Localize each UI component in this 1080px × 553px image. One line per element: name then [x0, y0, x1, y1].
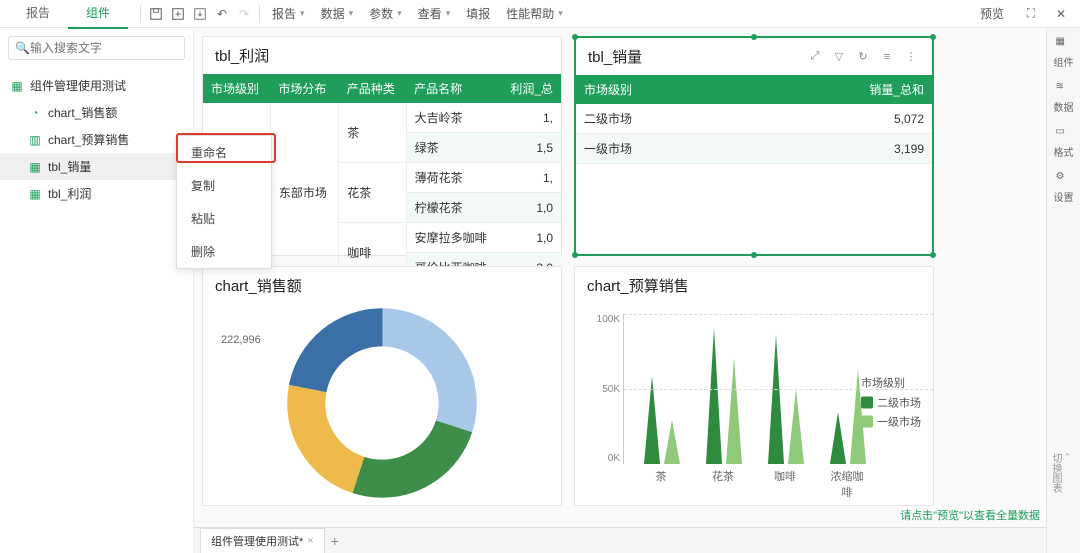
tree-root[interactable]: ▦ 组件管理使用测试 — [0, 72, 193, 99]
separator — [140, 5, 141, 23]
cell: 1,0 — [499, 193, 561, 223]
fullscreen-icon[interactable]: ⛶ — [1020, 3, 1042, 25]
mode-tabs: 报告 组件 — [8, 0, 128, 29]
folder-icon: ▦ — [10, 79, 24, 93]
th: 产品名称 — [406, 74, 499, 103]
save-as-icon[interactable] — [167, 3, 189, 25]
rail-settings[interactable]: ⚙设置 — [1054, 171, 1074, 204]
menu-data[interactable]: 数据 — [313, 1, 362, 26]
top-toolbar: 报告 组件 ↶ ↷ 报告 数据 参数 查看 填报 性能帮助 预览 ⛶ ✕ — [0, 0, 1080, 28]
tree-item-tbl-sales[interactable]: ▦ tbl_销量 — [0, 153, 193, 180]
menu-view[interactable]: 查看 — [410, 1, 459, 26]
cell: 茶 — [339, 103, 406, 163]
donut-icon: ◔ — [28, 106, 42, 120]
cell: 东部市场 — [270, 103, 338, 283]
tree-item-label: chart_预算销售 — [48, 131, 129, 148]
tree-item-chart-sales[interactable]: ◔ chart_销售额 — [0, 99, 193, 126]
table-icon: ▦ — [28, 160, 42, 174]
close-icon[interactable]: ✕ — [1050, 3, 1072, 25]
undo-icon[interactable]: ↶ — [211, 3, 233, 25]
th: 市场级别 — [576, 75, 745, 104]
widget-title: chart_预算销售 — [575, 267, 933, 304]
widget-title: chart_销售额 — [203, 267, 561, 304]
cell: 安摩拉多咖啡 — [406, 223, 499, 253]
cell: 花茶 — [339, 163, 406, 223]
th: 市场分布 — [270, 74, 338, 103]
tab-report[interactable]: 报告 — [8, 0, 68, 29]
add-sheet-button[interactable]: + — [325, 533, 345, 549]
search-icon: 🔍 — [15, 41, 30, 55]
tree-item-label: tbl_销量 — [48, 158, 91, 175]
cell: 大吉岭茶 — [406, 103, 499, 133]
widget-tree: ▦ 组件管理使用测试 ◔ chart_销售额 ▥ chart_预算销售 ▦ tb… — [0, 68, 193, 553]
table-icon: ▦ — [28, 187, 42, 201]
legend: 市场级别 二级市场 一级市场 — [861, 372, 921, 433]
menu-params[interactable]: 参数 — [361, 1, 410, 26]
cell: 3,199 — [745, 134, 932, 164]
widget-tbl-sales[interactable]: tbl_销量 ⤢ ▽ ↻ ≡ ⋮ 市场级别 销量_总和 二级市场5,072 一级… — [574, 36, 934, 256]
tree-item-tbl-profit[interactable]: ▦ tbl_利润 — [0, 180, 193, 207]
cell: 1,5 — [499, 133, 561, 163]
th: 产品种类 — [339, 74, 406, 103]
menu-perf[interactable]: 性能帮助 — [498, 1, 571, 26]
list-icon[interactable]: ≡ — [878, 48, 896, 66]
more-icon[interactable]: ⋮ — [902, 48, 920, 66]
ctx-paste[interactable]: 粘贴 — [177, 202, 271, 235]
expand-icon[interactable]: ⤢ — [806, 48, 824, 66]
bar-icon: ▥ — [28, 133, 42, 147]
ctx-copy[interactable]: 复制 — [177, 169, 271, 202]
preview-button[interactable]: 预览 — [972, 1, 1012, 26]
x-axis: 茶 花茶 咖啡 浓缩咖啡 — [623, 464, 933, 500]
cell: 1, — [499, 163, 561, 193]
cell: 1,0 — [499, 223, 561, 253]
close-tab-icon[interactable]: × — [307, 535, 313, 547]
widget-chart-budget[interactable]: chart_预算销售 100K 50K 0K 茶 花茶 — [574, 266, 934, 506]
rail-widget[interactable]: ▦组件 — [1054, 36, 1074, 69]
tree-item-label: tbl_利润 — [48, 185, 91, 202]
widget-chart-sales[interactable]: chart_销售额 222,996 — [202, 266, 562, 506]
sheet-tab[interactable]: 组件管理使用测试*× — [200, 528, 325, 553]
tree-item-chart-budget[interactable]: ▥ chart_预算销售 — [0, 126, 193, 153]
cell: 二级市场 — [576, 104, 745, 134]
tree-item-label: chart_销售额 — [48, 104, 117, 121]
footer-hint: 请点击"预览"以查看全量数据 — [900, 507, 1040, 523]
y-axis: 100K 50K 0K — [586, 314, 620, 464]
th: 销量_总和 — [745, 75, 932, 104]
donut-chart: 222,996 — [203, 304, 561, 502]
search-input[interactable] — [30, 41, 185, 55]
context-menu: 重命名 复制 粘贴 删除 — [176, 135, 272, 269]
cell: 绿茶 — [406, 133, 499, 163]
th: 市场级别 — [203, 74, 270, 103]
side-toggle-text[interactable]: ‹切换图表 — [1048, 453, 1074, 493]
cell: 一级市场 — [576, 134, 745, 164]
tab-widget[interactable]: 组件 — [68, 0, 128, 29]
search-box[interactable]: 🔍 — [8, 36, 185, 60]
redo-icon[interactable]: ↷ — [233, 3, 255, 25]
separator — [259, 5, 260, 23]
sales-table: 市场级别 销量_总和 二级市场5,072 一级市场3,199 — [576, 75, 932, 164]
cell: 5,072 — [745, 104, 932, 134]
sheet-tabs: 组件管理使用测试*× + — [194, 527, 1046, 553]
tree-root-label: 组件管理使用测试 — [30, 77, 126, 94]
export-icon[interactable] — [189, 3, 211, 25]
rail-format[interactable]: ▭格式 — [1054, 126, 1074, 159]
widget-title: tbl_销量 ⤢ ▽ ↻ ≡ ⋮ — [576, 38, 932, 75]
menu-report[interactable]: 报告 — [264, 1, 313, 26]
widget-title: tbl_利润 — [203, 37, 561, 74]
cell: 薄荷花茶 — [406, 163, 499, 193]
menu-fill[interactable]: 填报 — [458, 1, 498, 26]
filter-icon[interactable]: ▽ — [830, 48, 848, 66]
ctx-delete[interactable]: 删除 — [177, 235, 271, 268]
design-canvas[interactable]: tbl_利润 市场级别 市场分布 产品种类 产品名称 利润_总 东部市场茶大吉岭… — [194, 28, 1046, 553]
left-panel: 🔍 ▦ 组件管理使用测试 ◔ chart_销售额 ▥ chart_预算销售 ▦ … — [0, 28, 194, 553]
data-label: 222,996 — [221, 334, 261, 346]
rail-data[interactable]: ≋数据 — [1054, 81, 1074, 114]
refresh-icon[interactable]: ↻ — [854, 48, 872, 66]
cell: 柠檬花茶 — [406, 193, 499, 223]
th: 利润_总 — [499, 74, 561, 103]
save-icon[interactable] — [145, 3, 167, 25]
cell: 1, — [499, 103, 561, 133]
ctx-rename[interactable]: 重命名 — [177, 136, 271, 169]
